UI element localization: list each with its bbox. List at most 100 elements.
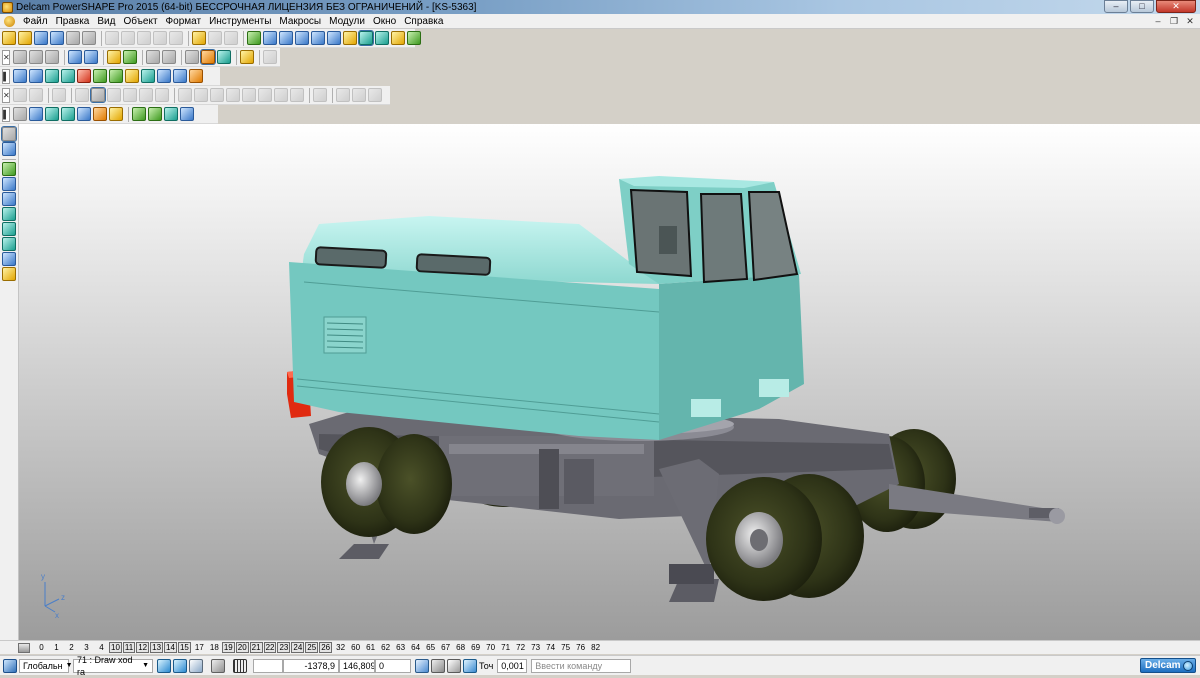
workplane-icon[interactable] <box>3 658 17 673</box>
level-number[interactable]: 71 <box>498 643 513 652</box>
level-number[interactable]: 23 <box>277 642 291 653</box>
toolbar-close-icon[interactable]: ✕ <box>2 87 10 103</box>
doc-minimize-button[interactable]: – <box>1152 16 1164 27</box>
grid-icon[interactable] <box>141 69 155 83</box>
level-number[interactable]: 82 <box>588 643 603 652</box>
annotation-icon[interactable] <box>343 31 357 45</box>
shaded-icon[interactable] <box>200 49 216 65</box>
level-number[interactable]: 32 <box>333 643 348 652</box>
level-number[interactable]: 69 <box>468 643 483 652</box>
curve-tool-icon[interactable] <box>2 207 16 221</box>
level-number[interactable]: 19 <box>221 642 235 653</box>
component-icon[interactable] <box>189 69 203 83</box>
coord-blank-field[interactable] <box>253 658 283 673</box>
level-number[interactable]: 72 <box>513 643 528 652</box>
level-number[interactable]: 68 <box>453 643 468 652</box>
view-iso-icon[interactable] <box>68 50 82 64</box>
app-icon[interactable] <box>2 1 13 13</box>
graphics-viewport[interactable]: y z x <box>19 124 1200 640</box>
relative-mode-icon[interactable] <box>463 658 477 673</box>
level-select[interactable]: 71 : Draw xod ra ▼ <box>73 655 153 677</box>
level-number[interactable]: 12 <box>136 642 150 653</box>
view-top-icon[interactable] <box>13 50 27 64</box>
menu-object[interactable]: Объект <box>119 16 161 27</box>
shell-icon[interactable] <box>242 88 256 102</box>
coord-y-field[interactable]: 146,809 <box>339 658 375 673</box>
level-number[interactable]: 14 <box>164 642 177 653</box>
curve-icon[interactable] <box>311 31 325 45</box>
assembly-icon[interactable] <box>173 69 187 83</box>
level-number[interactable]: 17 <box>192 643 207 652</box>
level-number[interactable]: 74 <box>543 643 558 652</box>
zoom-out-icon[interactable] <box>162 50 176 64</box>
line-tool-icon[interactable] <box>2 177 16 191</box>
revolve-icon[interactable] <box>194 88 208 102</box>
zoom-window-icon[interactable] <box>146 50 160 64</box>
level-number[interactable]: 76 <box>573 643 588 652</box>
menu-format[interactable]: Формат <box>162 16 206 27</box>
intelligent-cursor-icon[interactable] <box>211 658 225 673</box>
coord-z-field[interactable]: 0 <box>375 658 411 673</box>
zoom-in-icon[interactable] <box>123 50 137 64</box>
analysis-blue-icon[interactable] <box>164 107 178 121</box>
level-number[interactable]: 18 <box>207 643 222 652</box>
zoom-icon[interactable] <box>107 50 121 64</box>
document-icon[interactable] <box>4 15 15 27</box>
surface-tool-icon[interactable] <box>2 222 16 236</box>
mesh-tool-icon[interactable] <box>2 252 16 266</box>
snap-grid-icon[interactable] <box>173 658 187 673</box>
dimension-tool-icon[interactable] <box>2 267 16 281</box>
level-number[interactable]: 21 <box>249 642 263 653</box>
maximize-button[interactable]: □ <box>1130 0 1154 13</box>
blend-icon[interactable] <box>13 88 27 102</box>
workplane-select[interactable]: Глобальн ▼ <box>19 658 73 673</box>
level-number[interactable]: 24 <box>291 642 305 653</box>
level-number[interactable]: 22 <box>263 642 277 653</box>
level-number[interactable]: 11 <box>122 642 136 653</box>
shade-icon[interactable] <box>45 107 59 121</box>
level-filter-icon[interactable] <box>18 642 30 653</box>
level-number[interactable]: 2 <box>64 643 79 652</box>
print-icon[interactable] <box>66 31 80 45</box>
fillet-icon[interactable] <box>258 88 272 102</box>
menu-modules[interactable]: Модули <box>325 16 369 27</box>
doc-restore-button[interactable]: ❐ <box>1168 16 1180 27</box>
level-number[interactable]: 25 <box>305 642 319 653</box>
analysis-zebra-icon[interactable] <box>148 107 162 121</box>
array-icon[interactable] <box>155 88 169 102</box>
view-front-icon[interactable] <box>29 50 43 64</box>
redo-icon[interactable] <box>208 31 222 45</box>
level-number[interactable]: 4 <box>94 643 109 652</box>
level-number[interactable]: 60 <box>348 643 363 652</box>
feature-icon[interactable] <box>391 31 405 45</box>
level-number[interactable]: 15 <box>177 642 191 653</box>
boolean-icon[interactable] <box>290 88 304 102</box>
paste-icon[interactable] <box>137 31 151 45</box>
view-side-icon[interactable] <box>45 50 59 64</box>
render-icon[interactable] <box>217 50 231 64</box>
level-number[interactable]: 1 <box>49 643 64 652</box>
workplane-icon[interactable] <box>407 31 421 45</box>
menu-edit[interactable]: Правка <box>52 16 94 27</box>
delcam-logo[interactable]: Delcam <box>1140 658 1196 673</box>
command-input[interactable]: Ввести команду <box>531 658 632 673</box>
axis-icon[interactable] <box>29 107 43 121</box>
pan-icon[interactable] <box>263 50 277 64</box>
coord-x-field[interactable]: -1378,9 <box>283 658 339 673</box>
materials-icon[interactable] <box>61 107 75 121</box>
minimize-button[interactable]: – <box>1104 0 1128 13</box>
analysis-grid-icon[interactable] <box>132 107 146 121</box>
stack-icon[interactable] <box>157 69 171 83</box>
menu-macros[interactable]: Макросы <box>275 16 325 27</box>
point-tool-icon[interactable] <box>2 162 16 176</box>
rotate-icon[interactable] <box>107 88 121 102</box>
shading-icon[interactable] <box>45 69 59 83</box>
layer-icon[interactable] <box>13 69 27 83</box>
move-icon[interactable] <box>90 87 106 103</box>
copy-icon[interactable] <box>121 31 135 45</box>
toolbar-close-icon[interactable]: ✕ <box>2 49 10 65</box>
absolute-mode-icon[interactable] <box>447 658 461 673</box>
draft-icon[interactable] <box>93 107 107 121</box>
menu-file[interactable]: Файл <box>19 16 52 27</box>
menu-view[interactable]: Вид <box>93 16 119 27</box>
